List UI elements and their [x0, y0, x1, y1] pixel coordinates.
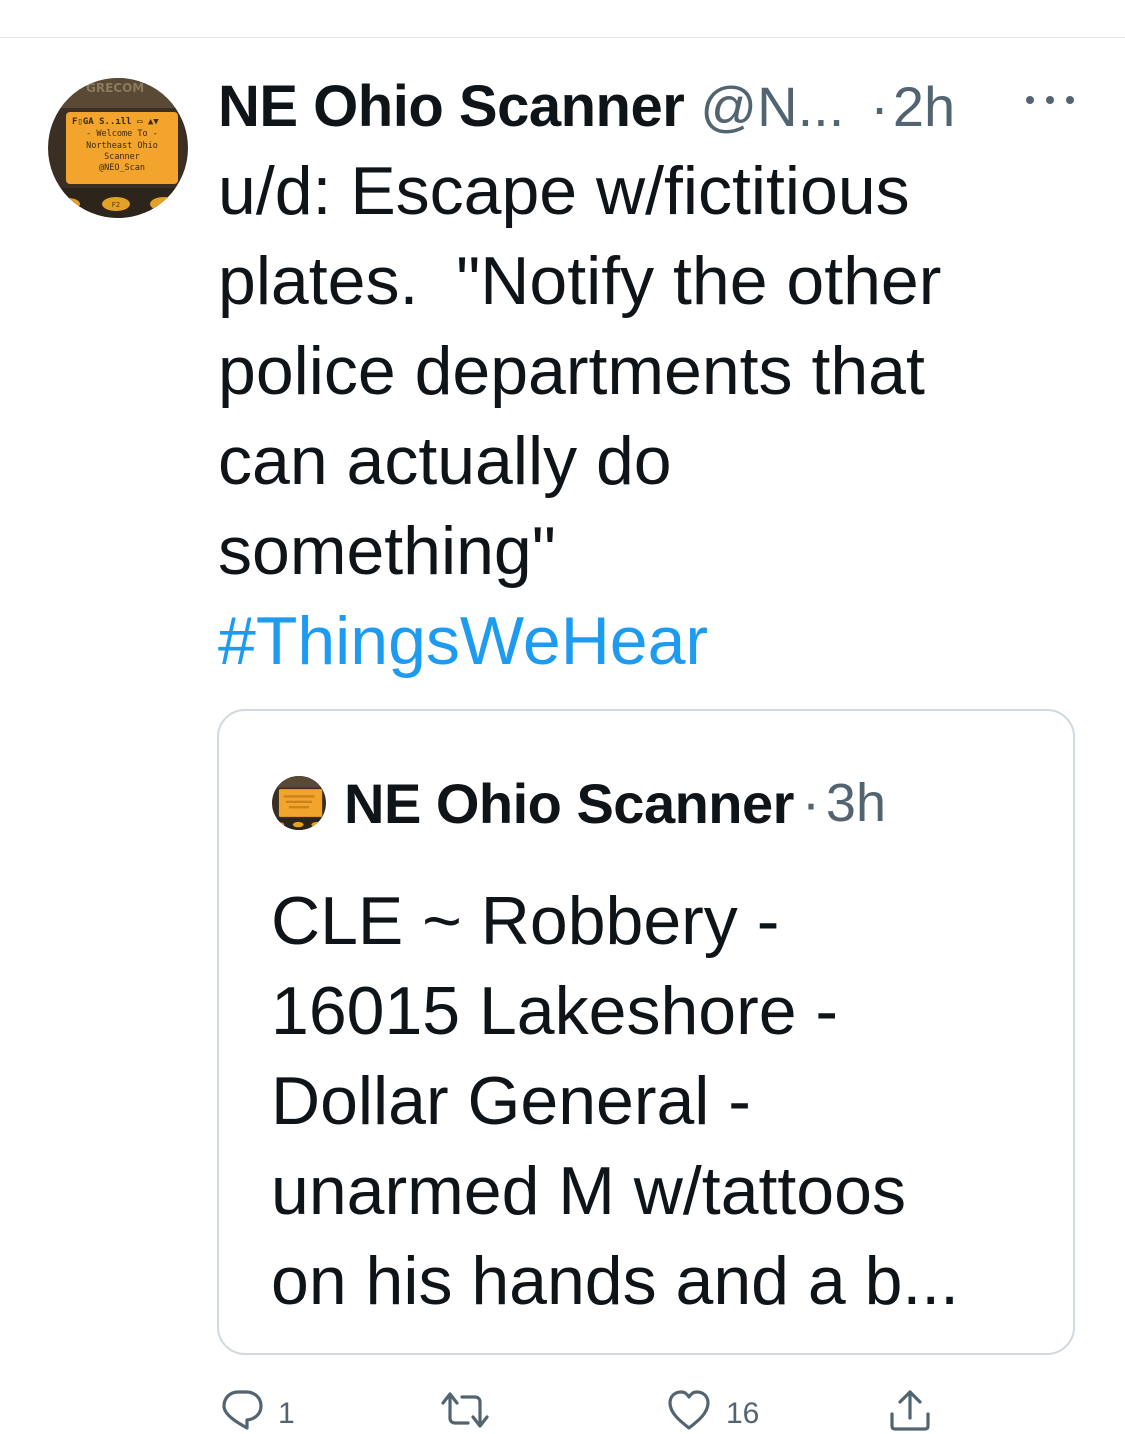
tweet-text: u/d: Escape w/fictitious plates. "Notify… [218, 146, 1098, 686]
quoted-text-line: CLE ~ Robbery - [271, 883, 780, 959]
avatar-status-line: F▯GA S..ıll ▭ ▲▼ [72, 117, 159, 127]
avatar-screen-line-1: - Welcome To - [86, 129, 158, 139]
hashtag-link[interactable]: #ThingsWeHear [218, 596, 1098, 686]
reply-button[interactable]: 1 [220, 1388, 295, 1430]
avatar-key-label: F2 [112, 201, 120, 209]
avatar-screen-line-4: @NEO_Scan [99, 163, 145, 173]
more-dot [1026, 96, 1034, 104]
tweet-text-line: u/d: Escape w/fictitious [218, 153, 910, 229]
scanner-avatar-image [272, 776, 326, 830]
tweet-text-line: can actually do [218, 423, 672, 499]
user-handle[interactable]: @N... [700, 74, 844, 139]
like-count: 16 [726, 1397, 760, 1430]
separator-dot: · [870, 74, 889, 138]
tweet-text-line: police departments that [218, 333, 925, 409]
reply-count: 1 [278, 1397, 295, 1430]
reply-icon [222, 1390, 263, 1430]
separator-dot: · [801, 773, 820, 833]
quoted-tweet-avatar[interactable] [272, 776, 326, 830]
quoted-tweet-header: NE Ohio Scanner · 3h [344, 770, 886, 836]
like-button[interactable]: 16 [666, 1388, 759, 1430]
share-icon [890, 1390, 930, 1431]
retweet-button[interactable] [440, 1388, 504, 1428]
avatar[interactable]: GRECOM F▯GA S..ıll ▭ ▲▼ - Welcome To - N… [48, 78, 188, 218]
tweet-text-line: plates. "Notify the other [218, 243, 942, 319]
heart-icon [668, 1390, 710, 1430]
more-options-icon[interactable] [1026, 88, 1074, 112]
more-dot [1046, 96, 1054, 104]
scanner-avatar-image: GRECOM F▯GA S..ıll ▭ ▲▼ - Welcome To - N… [48, 78, 188, 218]
quoted-text-line: 16015 Lakeshore - [271, 973, 839, 1049]
share-button[interactable] [888, 1388, 932, 1431]
avatar-screen-line-3: Scanner [104, 152, 140, 162]
quoted-tweet-timestamp[interactable]: 3h [826, 772, 886, 834]
display-name[interactable]: NE Ohio Scanner [218, 73, 685, 140]
tweet-text-line: something" [218, 513, 556, 589]
retweet-icon [441, 1392, 489, 1428]
more-dot [1066, 96, 1074, 104]
top-divider [0, 37, 1125, 38]
tweet-header: NE Ohio Scanner @N... · 2h [218, 66, 955, 146]
quoted-text-line: on his hands and a b... [271, 1243, 960, 1319]
quoted-tweet-text: CLE ~ Robbery - 16015 Lakeshore - Dollar… [271, 876, 1061, 1326]
tweet-timestamp[interactable]: 2h [893, 74, 955, 139]
avatar-screen-line-2: Northeast Ohio [86, 141, 158, 151]
quoted-text-line: Dollar General - [271, 1063, 751, 1139]
avatar-brand-text: GRECOM [86, 81, 144, 95]
quoted-display-name[interactable]: NE Ohio Scanner [344, 771, 794, 836]
quoted-text-line: unarmed M w/tattoos [271, 1153, 906, 1229]
